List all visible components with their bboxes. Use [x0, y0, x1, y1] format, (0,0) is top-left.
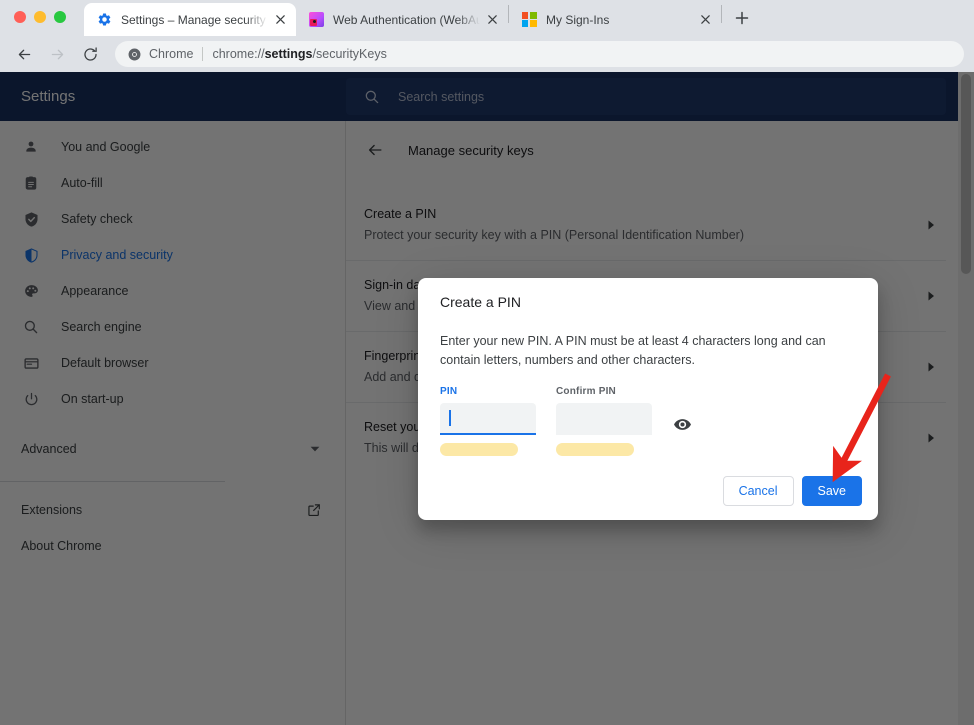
- cancel-button[interactable]: Cancel: [722, 476, 794, 506]
- address-bar[interactable]: Chrome chrome://settings/securityKeys: [115, 41, 964, 67]
- browser-window: Settings – Manage security key Web Authe…: [0, 0, 974, 725]
- eye-icon[interactable]: [670, 412, 694, 436]
- dialog-actions: Cancel Save: [722, 476, 862, 506]
- chrome-logo-icon: [127, 47, 141, 61]
- pin-fields: PIN Confirm PIN: [438, 370, 858, 456]
- url-suffix: /securityKeys: [312, 47, 387, 61]
- close-icon[interactable]: [272, 12, 288, 28]
- url-bold: settings: [264, 47, 313, 61]
- pin-autofill-suggestion[interactable]: [440, 443, 518, 456]
- confirm-pin-field-group: Confirm PIN: [556, 386, 652, 456]
- microsoft-icon: [521, 12, 537, 28]
- pin-field-label: PIN: [440, 386, 458, 397]
- dialog-title: Create a PIN: [440, 294, 521, 310]
- reload-button[interactable]: [76, 40, 104, 68]
- save-button[interactable]: Save: [801, 476, 862, 506]
- pin-input[interactable]: [440, 403, 536, 435]
- minimize-window-button[interactable]: [34, 11, 46, 23]
- url-prefix: chrome://: [212, 47, 265, 61]
- forward-button: [43, 40, 71, 68]
- text-caret: [449, 410, 451, 426]
- security-chip-label: Chrome: [149, 47, 194, 61]
- close-window-button[interactable]: [14, 11, 26, 23]
- close-icon[interactable]: [697, 12, 713, 28]
- confirm-pin-input[interactable]: [556, 403, 652, 435]
- window-controls: [14, 11, 66, 23]
- close-icon[interactable]: [484, 12, 500, 28]
- tab-separator: [721, 5, 722, 23]
- pin-field-group: PIN: [440, 386, 536, 456]
- omnibox-divider: [202, 47, 204, 61]
- gear-icon: [96, 12, 112, 28]
- confirm-pin-field-label: Confirm PIN: [556, 386, 616, 397]
- omnibox-url: chrome://settings/securityKeys: [212, 47, 386, 61]
- tab-strip: Settings – Manage security key Web Authe…: [84, 0, 756, 36]
- maximize-window-button[interactable]: [54, 11, 66, 23]
- tab-settings[interactable]: Settings – Manage security key: [84, 3, 296, 36]
- confirm-pin-autofill-suggestion[interactable]: [556, 443, 634, 456]
- back-button[interactable]: [10, 40, 38, 68]
- new-tab-button[interactable]: [728, 4, 756, 32]
- tab-webauthn[interactable]: Web Authentication (WebAuthn: [296, 3, 508, 36]
- dialog-body-text: Enter your new PIN. A PIN must be at lea…: [440, 334, 826, 367]
- browser-toolbar: Chrome chrome://settings/securityKeys: [0, 36, 974, 72]
- tab-title: My Sign-Ins: [546, 12, 610, 27]
- tab-my-sign-ins[interactable]: My Sign-Ins: [509, 3, 721, 36]
- create-pin-dialog: Create a PIN Enter your new PIN. A PIN m…: [418, 278, 878, 520]
- tab-title: Web Authentication (WebAuthn: [333, 12, 480, 27]
- tab-title: Settings – Manage security key: [121, 12, 268, 27]
- webauthn-icon: [308, 12, 324, 28]
- browser-chrome: Settings – Manage security key Web Authe…: [0, 0, 974, 72]
